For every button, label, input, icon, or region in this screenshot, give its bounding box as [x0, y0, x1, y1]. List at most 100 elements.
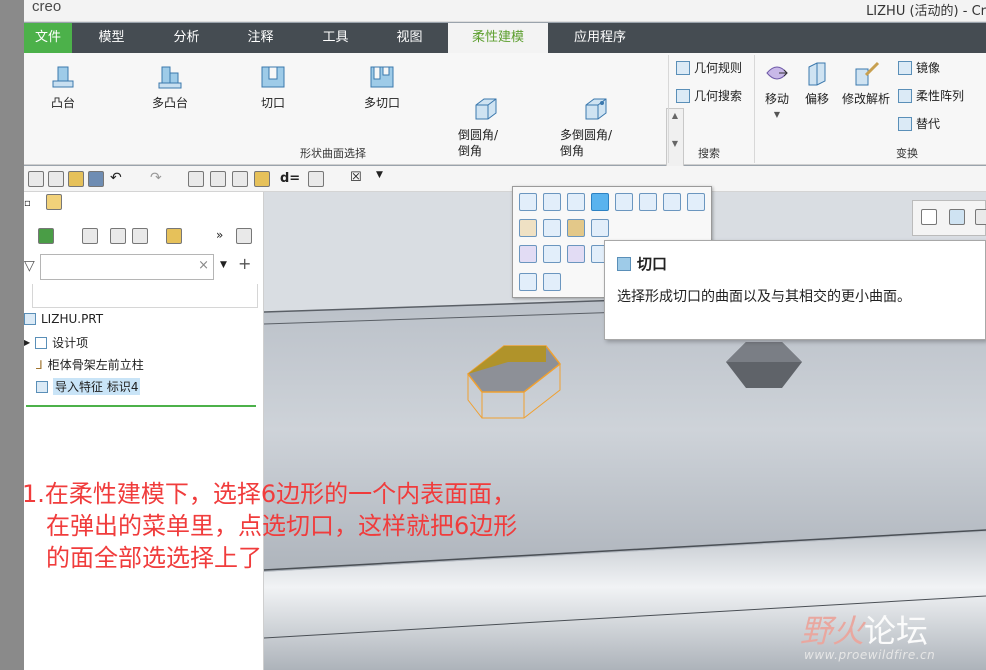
group-label-transform: 变换 [896, 147, 918, 160]
mini-partial-cut-icon[interactable] [567, 193, 585, 211]
multi-cut-icon [368, 63, 396, 91]
mirror-icon [898, 60, 912, 75]
geometry-search-icon [676, 88, 690, 103]
tab-tools[interactable]: 工具 [308, 23, 363, 53]
view-more-icon[interactable] [975, 209, 986, 225]
insert-indicator [26, 405, 256, 407]
quick-access-toolbar: ↶ ↷ d= ☒ ▼ [24, 166, 986, 192]
multi-boss-button[interactable]: 多凸台 [142, 63, 198, 111]
folder-browser-tab-icon[interactable] [46, 194, 62, 210]
tree-filters-icon[interactable] [132, 228, 148, 244]
redo-icon[interactable]: ↷ [150, 170, 162, 186]
mini-move-icon[interactable] [519, 245, 537, 263]
expand-panel-icon[interactable]: » [216, 228, 223, 242]
move-button[interactable]: 移动 ▼ [758, 59, 796, 123]
multi-round-chamfer-icon [582, 79, 610, 120]
multi-boss-icon [156, 63, 184, 91]
sketch-icon[interactable] [232, 171, 248, 187]
tree-header-row [32, 284, 258, 308]
substitute-icon [898, 116, 912, 131]
search-dropdown-icon[interactable]: ▼ [220, 260, 227, 270]
tree-root[interactable]: LIZHU.PRT [24, 312, 103, 326]
rename-icon[interactable] [254, 171, 270, 187]
open-folder-icon[interactable] [68, 171, 84, 187]
filter-icon: ▽ [24, 258, 35, 274]
part-icon [24, 313, 36, 325]
bookmark-icon[interactable] [166, 228, 182, 244]
tab-model[interactable]: 模型 [84, 23, 139, 53]
customize-qat-icon[interactable]: ▼ [376, 170, 383, 180]
model-tree-tab-icon[interactable]: ▫ [24, 198, 31, 209]
tree-item-design-items[interactable]: ▶ 设计项 [24, 334, 88, 351]
tab-applications[interactable]: 应用程序 [560, 23, 640, 53]
offset-icon [803, 59, 831, 87]
zoom-icon[interactable] [921, 209, 937, 225]
multi-cut-button[interactable]: 多切口 [354, 63, 410, 111]
offset-button[interactable]: 偏移 [800, 59, 834, 107]
mini-multi-boss-icon[interactable] [543, 193, 561, 211]
window-icon[interactable] [308, 171, 324, 187]
window-title: LIZHU (活动的) - Cr [866, 4, 986, 19]
panel-options-icon[interactable] [236, 228, 252, 244]
mini-appearance-icon[interactable] [567, 219, 585, 237]
mini-round-icon[interactable] [615, 193, 633, 211]
mini-more-icon[interactable] [591, 219, 609, 237]
geometry-search-button[interactable]: 几何搜索 [676, 87, 742, 104]
mini-geometry-search-icon[interactable] [687, 193, 705, 211]
show-icon[interactable] [38, 228, 54, 244]
mini-geometry-rules-icon[interactable] [663, 193, 681, 211]
add-filter-icon[interactable]: + [238, 254, 251, 273]
tab-file[interactable]: 文件 [24, 23, 72, 53]
mini-select-icon[interactable] [519, 273, 537, 291]
cut-button[interactable]: 切口 [248, 63, 298, 111]
mini-multi-round-icon[interactable] [639, 193, 657, 211]
scroll-up-icon[interactable]: ▲ [667, 109, 683, 123]
boss-icon [49, 63, 77, 91]
expand-arrow-icon[interactable]: ▶ [24, 338, 30, 347]
ribbon-tab-bar: 文件 模型 分析 注释 工具 视图 柔性建模 应用程序 [24, 23, 986, 53]
refit-icon[interactable] [949, 209, 965, 225]
tree-columns-icon[interactable] [110, 228, 126, 244]
regenerate-icon[interactable] [48, 171, 64, 187]
tutorial-annotation: 1.在柔性建模下，选择6边形的一个内表面面， 在弹出的菜单里，点选切口，这样就把… [22, 478, 517, 574]
save-icon[interactable] [88, 171, 104, 187]
ribbon-separator [754, 55, 755, 163]
mini-chain-icon[interactable] [543, 219, 561, 237]
annotation-line-2: 在弹出的菜单里，点选切口，这样就把6边形 [46, 512, 518, 540]
substitute-button[interactable]: 替代 [898, 115, 940, 132]
round-chamfer-button[interactable]: 倒圆角/ 倒角 [452, 63, 516, 159]
mini-cut-icon[interactable] [591, 193, 609, 211]
model-player-icon[interactable] [188, 171, 204, 187]
edit-analytic-icon [852, 59, 880, 87]
skeleton-icon: ⅃ [36, 357, 43, 372]
move-dropdown-icon[interactable]: ▼ [758, 107, 796, 123]
clear-search-icon[interactable]: × [198, 258, 209, 273]
relations-icon[interactable]: d= [280, 171, 300, 186]
mini-mirror-icon[interactable] [567, 245, 585, 263]
scroll-down-icon[interactable]: ▼ [667, 137, 683, 151]
mini-brush-icon[interactable] [519, 219, 537, 237]
geometry-rules-button[interactable]: 几何规则 [676, 59, 742, 76]
close-window-icon[interactable]: ☒ [350, 170, 362, 185]
edit-analytic-button[interactable]: 修改解析 [838, 59, 894, 107]
tab-analysis[interactable]: 分析 [159, 23, 214, 53]
mini-add-icon[interactable] [543, 273, 561, 291]
tree-settings-icon[interactable] [82, 228, 98, 244]
tab-annotation[interactable]: 注释 [233, 23, 288, 53]
mini-boss-icon[interactable] [519, 193, 537, 211]
undo-icon[interactable]: ↶ [110, 170, 122, 186]
cut-icon [617, 256, 631, 271]
tree-item-skeleton[interactable]: ⅃ 柜体骨架左前立柱 [36, 356, 144, 373]
new-icon[interactable] [28, 171, 44, 187]
tree-search-input[interactable]: × [40, 254, 214, 280]
mini-offset-icon[interactable] [543, 245, 561, 263]
boss-button[interactable]: 凸台 [38, 63, 88, 111]
mirror-button[interactable]: 镜像 [898, 59, 940, 76]
tab-flexible-modeling[interactable]: 柔性建模 [448, 23, 548, 53]
flexible-pattern-button[interactable]: 柔性阵列 [898, 87, 964, 104]
tree-item-import-feature[interactable]: 导入特征 标识4 [36, 378, 141, 395]
multi-round-chamfer-button[interactable]: 多倒圆角/ 倒角 [558, 63, 628, 159]
tab-view[interactable]: 视图 [382, 23, 437, 53]
annotation-icon[interactable] [210, 171, 226, 187]
geometry-rules-icon [676, 60, 690, 75]
